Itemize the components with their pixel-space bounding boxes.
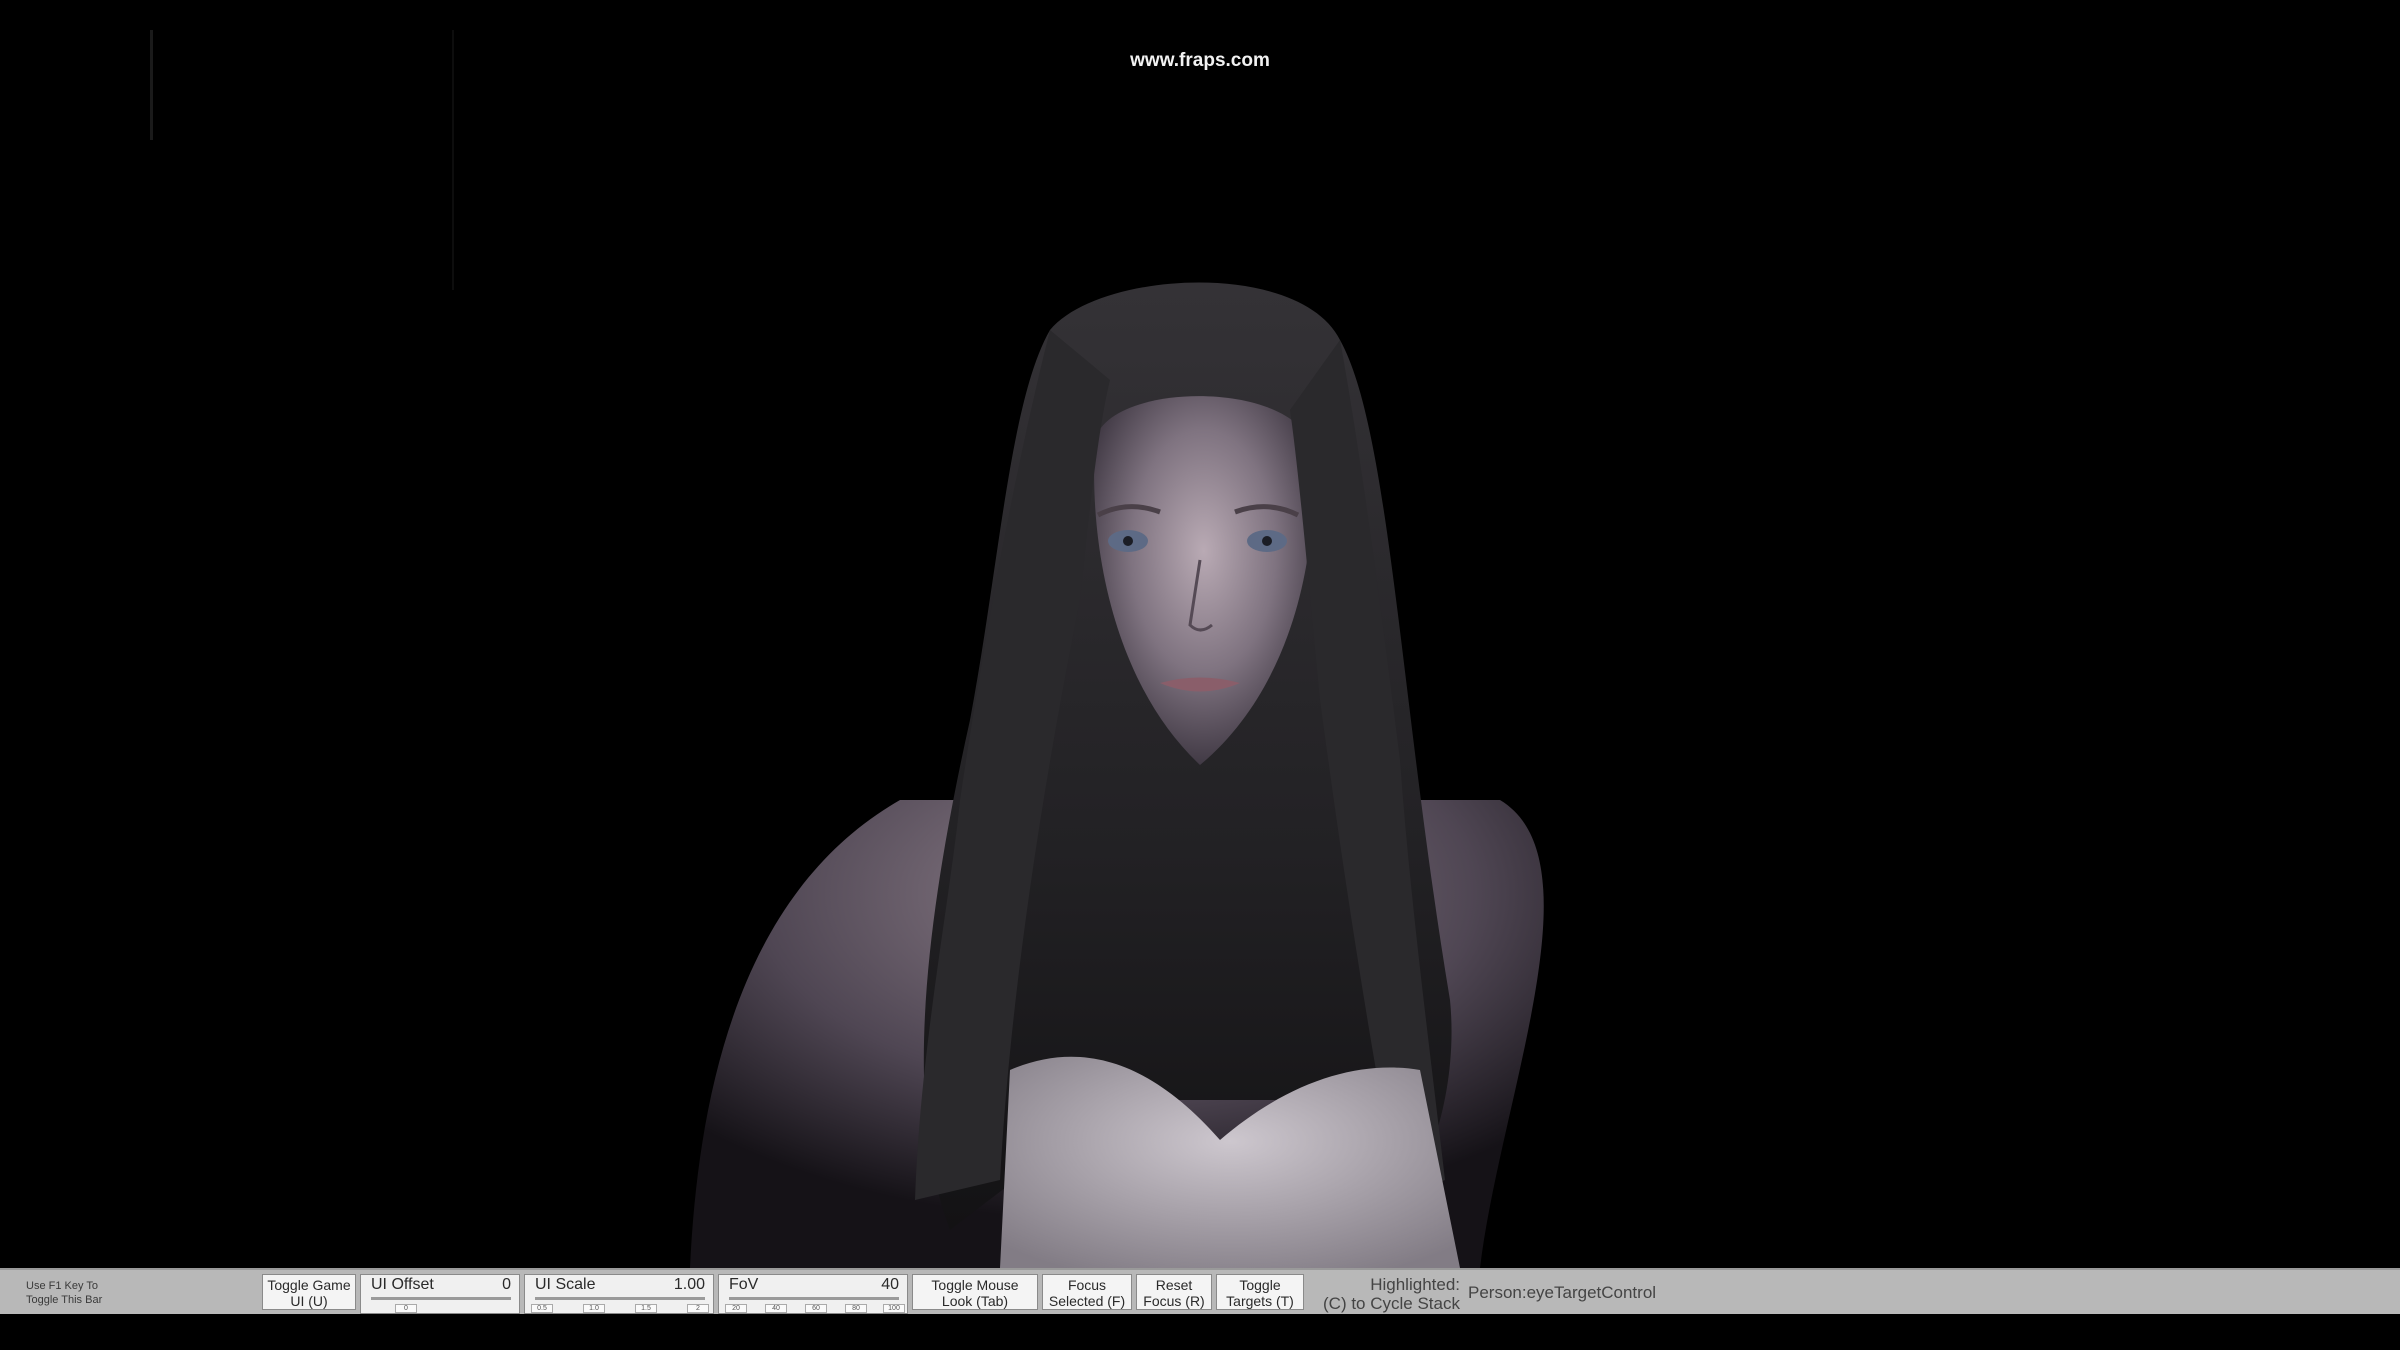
reset-focus-button[interactable]: Reset Focus (R) (1136, 1274, 1212, 1310)
highlighted-label: Highlighted: (C) to Cycle Stack (1323, 1275, 1460, 1313)
toggle-game-ui-button[interactable]: Toggle Game UI (U) (262, 1274, 356, 1310)
bottom-letterbox (0, 1314, 2400, 1350)
fraps-watermark: www.fraps.com (1130, 50, 1270, 71)
toggle-targets-button[interactable]: Toggle Targets (T) (1216, 1274, 1304, 1310)
slider-tick[interactable]: 0 (395, 1304, 417, 1313)
slider-tick[interactable]: 20 (725, 1304, 747, 1313)
slider-tick[interactable]: 1.5 (635, 1304, 657, 1313)
slider-tick[interactable]: 80 (845, 1304, 867, 1313)
toolbar-hint: Use F1 Key To Toggle This Bar (26, 1280, 103, 1306)
slider-tick[interactable]: 100 (883, 1304, 905, 1313)
slider-tick[interactable]: 2 (687, 1304, 709, 1313)
ui-scale-slider[interactable]: UI Scale 1.00 0.5 1.0 1.5 2 (524, 1274, 714, 1327)
ui-offset-slider[interactable]: UI Offset 0 0 (360, 1274, 520, 1327)
highlighted-target: Person:eyeTargetControl (1468, 1283, 1657, 1302)
game-viewport[interactable]: www.fraps.com (0, 0, 2400, 1350)
slider-tick[interactable]: 60 (805, 1304, 827, 1313)
toggle-mouse-look-button[interactable]: Toggle Mouse Look (Tab) (912, 1274, 1038, 1310)
background-streak (150, 30, 153, 140)
fov-slider[interactable]: FoV 40 20 40 60 80 100 (718, 1274, 908, 1327)
focus-selected-button[interactable]: Focus Selected (F) (1042, 1274, 1132, 1310)
slider-tick[interactable]: 1.0 (583, 1304, 605, 1313)
character-render (150, 30, 1544, 1268)
slider-tick[interactable]: 40 (765, 1304, 787, 1313)
bottom-toolbar: Use F1 Key To Toggle This Bar Toggle Gam… (0, 1268, 2400, 1327)
slider-tick[interactable]: 0.5 (531, 1304, 553, 1313)
